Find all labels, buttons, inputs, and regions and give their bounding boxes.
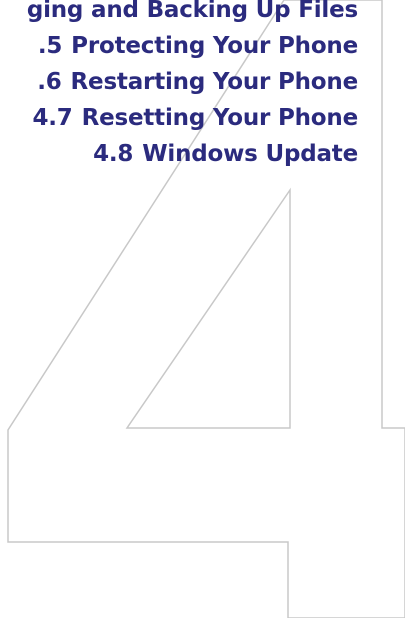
table-of-contents: ging and Backing Up Files .5 Protecting Y…	[0, 0, 358, 172]
toc-entry-restarting-phone[interactable]: .6 Restarting Your Phone	[0, 64, 358, 100]
toc-entry-number: 4.7	[32, 105, 73, 131]
toc-entry-title: Resetting Your Phone	[81, 105, 359, 131]
toc-entry-title: Restarting Your Phone	[70, 69, 359, 95]
toc-entry-backing-up-files[interactable]: ging and Backing Up Files	[0, 0, 358, 28]
toc-entry-title: ging and Backing Up Files	[26, 0, 358, 23]
toc-entry-number: .6	[37, 69, 62, 95]
toc-entry-number: 4.8	[93, 141, 134, 167]
toc-entry-title: Windows Update	[142, 141, 358, 167]
toc-entry-title: Protecting Your Phone	[71, 33, 358, 59]
toc-entry-windows-update[interactable]: 4.8 Windows Update	[0, 136, 358, 172]
chapter-number-inner-cutout	[125, 187, 291, 429]
toc-entry-number: .5	[37, 33, 63, 59]
toc-entry-protecting-phone[interactable]: .5 Protecting Your Phone	[0, 28, 358, 64]
toc-entry-resetting-phone[interactable]: 4.7 Resetting Your Phone	[0, 100, 358, 136]
